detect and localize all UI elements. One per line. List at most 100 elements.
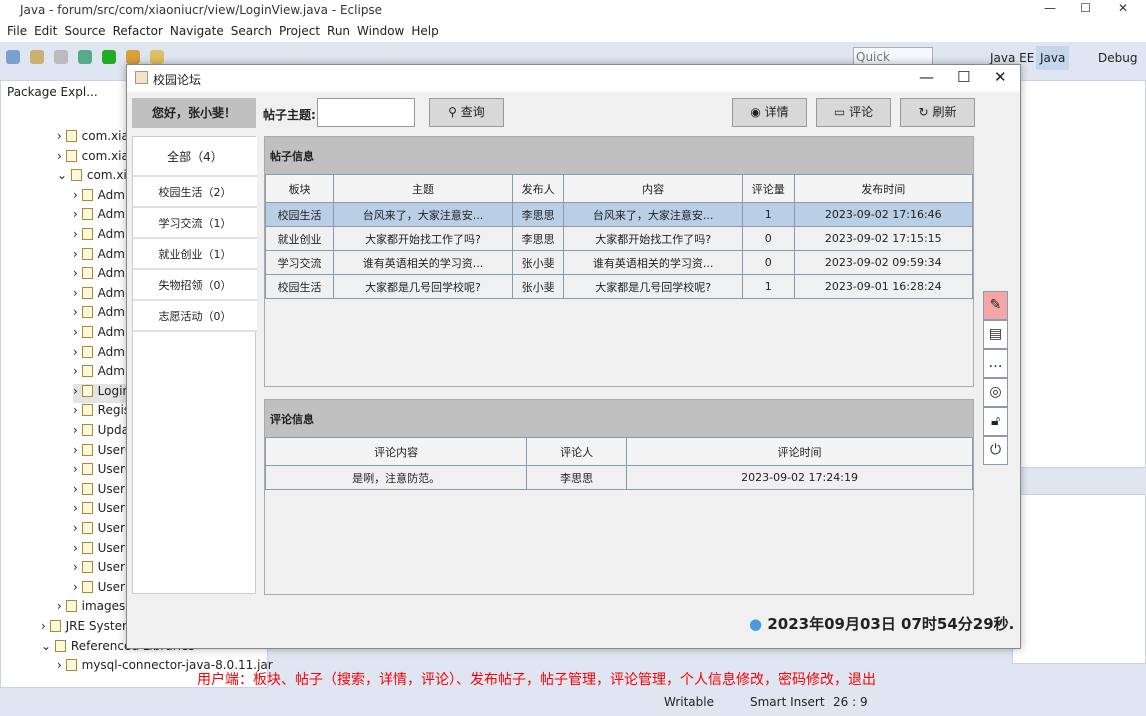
table-cell[interactable]: 大家都开始找工作了吗? bbox=[333, 226, 513, 251]
column-header[interactable]: 发布人 bbox=[511, 174, 565, 203]
expand-chevron-icon[interactable]: › bbox=[57, 129, 62, 143]
expand-chevron-icon[interactable]: › bbox=[73, 188, 78, 202]
table-row[interactable]: 校园生活 台风来了，大家注意安... 李思思 台风来了，大家注意安... 1 2023-0… bbox=[264, 202, 974, 227]
table-cell[interactable]: 2023-09-01 16:28:24 bbox=[793, 274, 974, 299]
column-header[interactable]: 评论人 bbox=[526, 437, 628, 466]
column-header[interactable]: 板块 bbox=[264, 174, 335, 203]
menu-window[interactable]: Window bbox=[357, 22, 404, 38]
column-header[interactable]: 评论内容 bbox=[264, 437, 528, 466]
table-cell[interactable]: 2023-09-02 17:15:15 bbox=[793, 226, 974, 251]
table-cell[interactable]: 台风来了，大家注意安... bbox=[563, 202, 744, 227]
expand-chevron-icon[interactable]: › bbox=[73, 501, 78, 515]
back-icon[interactable] bbox=[150, 50, 164, 64]
expand-chevron-icon[interactable]: › bbox=[57, 599, 62, 613]
menu-source[interactable]: Source bbox=[64, 22, 105, 38]
topic-search-input[interactable] bbox=[317, 98, 415, 127]
table-cell[interactable]: 就业创业 bbox=[264, 226, 335, 251]
expand-chevron-icon[interactable]: › bbox=[73, 305, 78, 319]
perspective-java[interactable]: Java bbox=[1036, 46, 1070, 70]
table-row[interactable]: 是咧，注意防范。 李思思 2023-09-02 17:24:19 bbox=[264, 465, 973, 490]
save-icon[interactable] bbox=[54, 50, 68, 64]
expand-chevron-icon[interactable]: › bbox=[57, 149, 62, 163]
menu-project[interactable]: Project bbox=[279, 22, 320, 38]
table-cell[interactable]: 大家都是几号回学校呢? bbox=[563, 274, 744, 299]
query-button[interactable]: ⚲ 查询 bbox=[429, 98, 504, 127]
expand-chevron-icon[interactable]: › bbox=[73, 384, 78, 398]
expand-chevron-icon[interactable]: › bbox=[73, 227, 78, 241]
user-icon[interactable]: ◎ bbox=[983, 378, 1008, 407]
expand-chevron-icon[interactable]: › bbox=[73, 286, 78, 300]
expand-chevron-icon[interactable]: › bbox=[73, 482, 78, 496]
edit-post-icon[interactable]: ✎ bbox=[983, 291, 1008, 320]
category-item[interactable]: 校园生活（2） bbox=[133, 177, 257, 208]
category-item[interactable]: 志愿活动（0） bbox=[133, 301, 257, 332]
table-cell[interactable]: 张小斐 bbox=[511, 250, 565, 275]
table-cell[interactable]: 2023-09-02 17:16:46 bbox=[793, 202, 974, 227]
table-cell[interactable]: 谁有英语相关的学习资... bbox=[333, 250, 513, 275]
expand-chevron-icon[interactable]: › bbox=[73, 541, 78, 555]
table-cell[interactable]: 谁有英语相关的学习资... bbox=[563, 250, 744, 275]
category-item[interactable]: 就业创业（1） bbox=[133, 239, 257, 270]
minimize-icon[interactable]: — bbox=[919, 68, 934, 86]
menu-refactor[interactable]: Refactor bbox=[113, 22, 163, 38]
expand-chevron-icon[interactable]: › bbox=[73, 423, 78, 437]
menu-run[interactable]: Run bbox=[327, 22, 350, 38]
category-item[interactable]: 失物招领（0） bbox=[133, 270, 257, 301]
table-cell[interactable]: 校园生活 bbox=[264, 274, 335, 299]
table-cell[interactable]: 大家都开始找工作了吗? bbox=[563, 226, 744, 251]
column-header[interactable]: 发布时间 bbox=[793, 174, 974, 203]
package-icon[interactable] bbox=[30, 50, 44, 64]
perspective-debug[interactable]: Debug bbox=[1098, 51, 1137, 65]
run-icon[interactable] bbox=[102, 50, 116, 64]
minimize-icon[interactable]: — bbox=[1044, 1, 1056, 15]
new-icon[interactable] bbox=[6, 50, 20, 64]
menu-help[interactable]: Help bbox=[411, 22, 438, 38]
lock-icon[interactable]: 🔓︎ bbox=[983, 407, 1008, 436]
document-icon[interactable]: ▤ bbox=[983, 320, 1008, 349]
close-icon[interactable]: ✕ bbox=[994, 68, 1007, 86]
expand-chevron-icon[interactable]: › bbox=[73, 443, 78, 457]
table-cell[interactable]: 学习交流 bbox=[264, 250, 335, 275]
open-type-icon[interactable] bbox=[126, 50, 140, 64]
expand-chevron-icon[interactable]: › bbox=[73, 560, 78, 574]
tree-item[interactable]: › images bbox=[57, 599, 125, 618]
table-cell[interactable]: 台风来了，大家注意安... bbox=[333, 202, 513, 227]
expand-chevron-icon[interactable]: › bbox=[73, 580, 78, 594]
expand-chevron-icon[interactable]: › bbox=[73, 462, 78, 476]
column-header[interactable]: 评论时间 bbox=[626, 437, 973, 466]
close-icon[interactable]: ✕ bbox=[1118, 1, 1128, 15]
debug-icon[interactable] bbox=[78, 50, 92, 64]
table-row[interactable]: 校园生活 大家都是几号回学校呢? 张小斐 大家都是几号回学校呢? 1 2023-09-01… bbox=[264, 274, 974, 299]
menu-navigate[interactable]: Navigate bbox=[170, 22, 224, 38]
menu-edit[interactable]: Edit bbox=[34, 22, 57, 38]
detail-button[interactable]: ◉ 详情 bbox=[732, 98, 807, 127]
maximize-icon[interactable]: ☐ bbox=[1080, 1, 1091, 15]
maximize-icon[interactable]: ☐ bbox=[957, 68, 970, 86]
refresh-button[interactable]: ↻ 刷新 bbox=[900, 98, 975, 127]
expand-chevron-icon[interactable]: ⌄ bbox=[41, 639, 51, 653]
table-cell[interactable]: 0 bbox=[742, 250, 795, 275]
expand-chevron-icon[interactable]: ⌄ bbox=[57, 168, 67, 182]
table-cell[interactable]: 李思思 bbox=[511, 226, 565, 251]
table-row[interactable]: 学习交流 谁有英语相关的学习资... 张小斐 谁有英语相关的学习资... 0 2023-0… bbox=[264, 250, 974, 275]
table-cell[interactable]: 校园生活 bbox=[264, 202, 335, 227]
table-row[interactable]: 就业创业 大家都开始找工作了吗? 李思思 大家都开始找工作了吗? 0 2023-09-02… bbox=[264, 226, 974, 251]
column-header[interactable]: 内容 bbox=[563, 174, 744, 203]
menu-file[interactable]: File bbox=[7, 22, 27, 38]
table-cell[interactable]: 李思思 bbox=[511, 202, 565, 227]
menu-search[interactable]: Search bbox=[231, 22, 272, 38]
expand-chevron-icon[interactable]: › bbox=[73, 521, 78, 535]
expand-chevron-icon[interactable]: › bbox=[73, 345, 78, 359]
comment-icon[interactable]: … bbox=[983, 349, 1008, 378]
category-all[interactable]: 全部（4） bbox=[133, 137, 257, 177]
column-header[interactable]: 主题 bbox=[333, 174, 513, 203]
perspective-java-ee[interactable]: Java EE bbox=[990, 51, 1034, 65]
table-cell[interactable]: 2023-09-02 17:24:19 bbox=[626, 465, 973, 490]
expand-chevron-icon[interactable]: › bbox=[57, 658, 62, 672]
table-cell[interactable]: 大家都是几号回学校呢? bbox=[333, 274, 513, 299]
power-icon[interactable]: ⏻ bbox=[983, 436, 1008, 465]
comment-button[interactable]: ▭ 评论 bbox=[816, 98, 891, 127]
table-cell[interactable]: 1 bbox=[742, 202, 795, 227]
table-cell[interactable]: 1 bbox=[742, 274, 795, 299]
table-cell[interactable]: 2023-09-02 09:59:34 bbox=[793, 250, 974, 275]
